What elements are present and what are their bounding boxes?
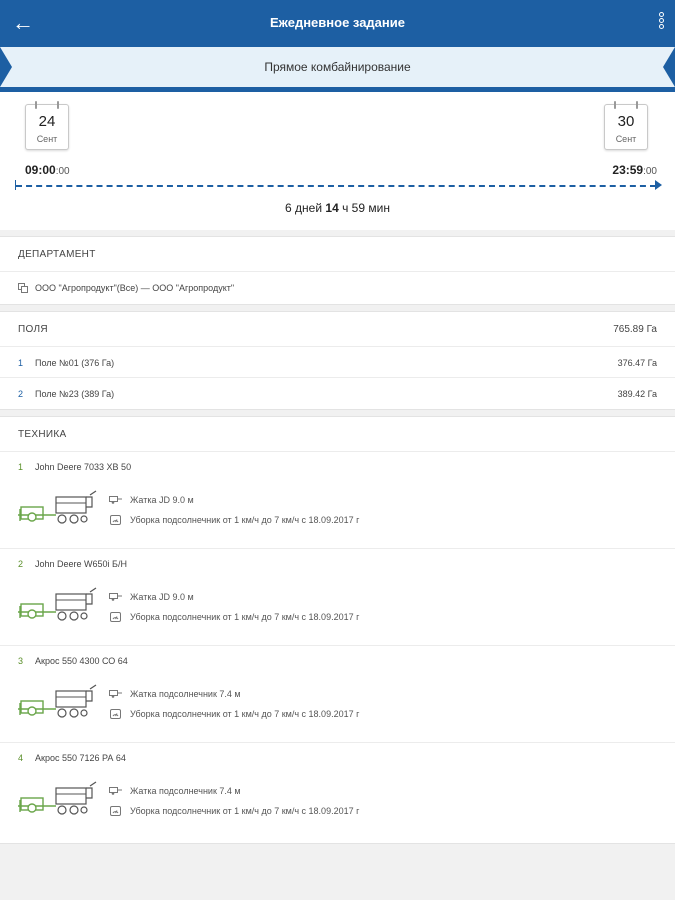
combine-harvester-icon (18, 587, 97, 621)
machinery-name: John Deere W650i Б/Н (35, 559, 127, 569)
fields-section: ПОЛЯ 765.89 Га 1 Поле №01 (376 Га) 376.4… (0, 311, 675, 410)
fields-total-area: 765.89 Га (613, 324, 657, 335)
timeline-end-arrow-icon (655, 180, 662, 190)
start-day: 24 (38, 113, 56, 130)
machinery-number: 2 (18, 559, 24, 569)
implement-icon (109, 787, 122, 795)
calendar-ring (57, 101, 59, 109)
department-header-title: ДЕПАРТАМЕНТ (18, 249, 96, 260)
end-time[interactable]: 23:59:00 (612, 163, 657, 177)
implement-name: Жатка подсолнечник 7.4 м (130, 689, 241, 699)
start-time-seconds: :00 (55, 166, 70, 177)
combine-harvester-icon (18, 684, 97, 718)
field-name: Поле №01 (376 Га) (35, 358, 115, 368)
machinery-name: John Deere 7033 ХВ 50 (35, 462, 132, 472)
department-section: ДЕПАРТАМЕНТ ООО "Агропродукт"(Все) — ООО… (0, 236, 675, 305)
machinery-number: 1 (18, 462, 24, 472)
start-date-calendar[interactable]: 24 Сент (25, 101, 69, 150)
start-time[interactable]: 09:00:00 (25, 163, 70, 177)
end-time-main: 23:59 (612, 163, 644, 177)
field-row[interactable]: 2 Поле №23 (389 Га) 389.42 Га (0, 378, 675, 409)
calendar-ring (35, 101, 37, 109)
end-time-seconds: :00 (643, 166, 657, 177)
machinery-number: 4 (18, 753, 24, 763)
speed-norm-text: Уборка подсолнечник от 1 км/ч до 7 км/ч … (130, 612, 360, 622)
operation-banner: Прямое комбайнирование (0, 47, 675, 87)
machinery-section: ТЕХНИКА 1 John Deere 7033 ХВ 50 Жатка JD… (0, 416, 675, 844)
machinery-item[interactable]: 2 John Deere W650i Б/Н Жатка JD 9.0 м Уб… (0, 549, 675, 646)
end-date-calendar[interactable]: 30 Сент (604, 101, 648, 150)
field-area: 389.42 Га (617, 389, 657, 399)
period-duration: 6 дней 14 ч 59 мин (0, 201, 675, 215)
end-day: 30 (617, 113, 635, 130)
calendar-ring (614, 101, 616, 109)
fields-header-title: ПОЛЯ (18, 324, 48, 335)
end-month: Сент (615, 134, 637, 144)
department-header: ДЕПАРТАМЕНТ (0, 237, 675, 272)
speed-norm-text: Уборка подсолнечник от 1 км/ч до 7 км/ч … (130, 806, 360, 816)
implement-name: Жатка JD 9.0 м (130, 495, 194, 505)
field-area: 376.47 Га (617, 358, 657, 368)
field-row[interactable]: 1 Поле №01 (376 Га) 376.47 Га (0, 347, 675, 378)
speed-norm-icon (110, 612, 121, 622)
copy-icon (18, 283, 28, 293)
operation-banner-container: Прямое комбайнирование (0, 47, 675, 92)
fields-header: ПОЛЯ 765.89 Га (0, 312, 675, 347)
implement-icon (109, 690, 122, 698)
speed-norm-icon (110, 806, 121, 816)
machinery-header-title: ТЕХНИКА (18, 429, 67, 440)
start-time-main: 09:00 (25, 163, 56, 177)
implement-name: Жатка подсолнечник 7.4 м (130, 786, 241, 796)
duration-hours: 14 (325, 201, 339, 215)
operation-label: Прямое комбайнирование (264, 60, 411, 74)
date-range-panel: 24 Сент 09:00:00 30 Сент 23:59:00 6 дней… (0, 92, 675, 230)
machinery-item[interactable]: 1 John Deere 7033 ХВ 50 Жатка JD 9.0 м У… (0, 452, 675, 549)
speed-norm-text: Уборка подсолнечник от 1 км/ч до 7 км/ч … (130, 709, 360, 719)
duration-days: 6 дней (285, 201, 326, 215)
implement-icon (109, 496, 122, 504)
machinery-item[interactable]: 4 Акрос 550 7126 РА 64 Жатка подсолнечни… (0, 743, 675, 840)
arrow-left-icon[interactable]: ← (8, 8, 38, 38)
speed-norm-text: Уборка подсолнечник от 1 км/ч до 7 км/ч … (130, 515, 360, 525)
period-timeline (15, 180, 662, 190)
machinery-name: Акрос 550 4300 СО 64 (35, 656, 128, 666)
machinery-header: ТЕХНИКА (0, 417, 675, 452)
combine-harvester-icon (18, 781, 97, 815)
field-name: Поле №23 (389 Га) (35, 389, 115, 399)
field-number: 1 (18, 358, 24, 368)
combine-harvester-icon (18, 490, 97, 524)
speed-norm-icon (110, 515, 121, 525)
field-number: 2 (18, 389, 24, 399)
more-vertical-icon[interactable] (655, 11, 667, 35)
app-bar: ← Ежедневное задание (0, 0, 675, 47)
implement-icon (109, 593, 122, 601)
department-row[interactable]: ООО "Агропродукт"(Все) — ООО "Агропродук… (0, 272, 675, 304)
machinery-number: 3 (18, 656, 24, 666)
implement-name: Жатка JD 9.0 м (130, 592, 194, 602)
department-name: ООО "Агропродукт"(Все) — ООО "Агропродук… (35, 283, 235, 293)
start-month: Сент (36, 134, 58, 144)
duration-rest: ч 59 мин (338, 201, 390, 215)
page-title: Ежедневное задание (270, 15, 405, 30)
speed-norm-icon (110, 709, 121, 719)
timeline-start-marker (15, 180, 16, 190)
machinery-name: Акрос 550 7126 РА 64 (35, 753, 126, 763)
calendar-ring (636, 101, 638, 109)
machinery-item[interactable]: 3 Акрос 550 4300 СО 64 Жатка подсолнечни… (0, 646, 675, 743)
